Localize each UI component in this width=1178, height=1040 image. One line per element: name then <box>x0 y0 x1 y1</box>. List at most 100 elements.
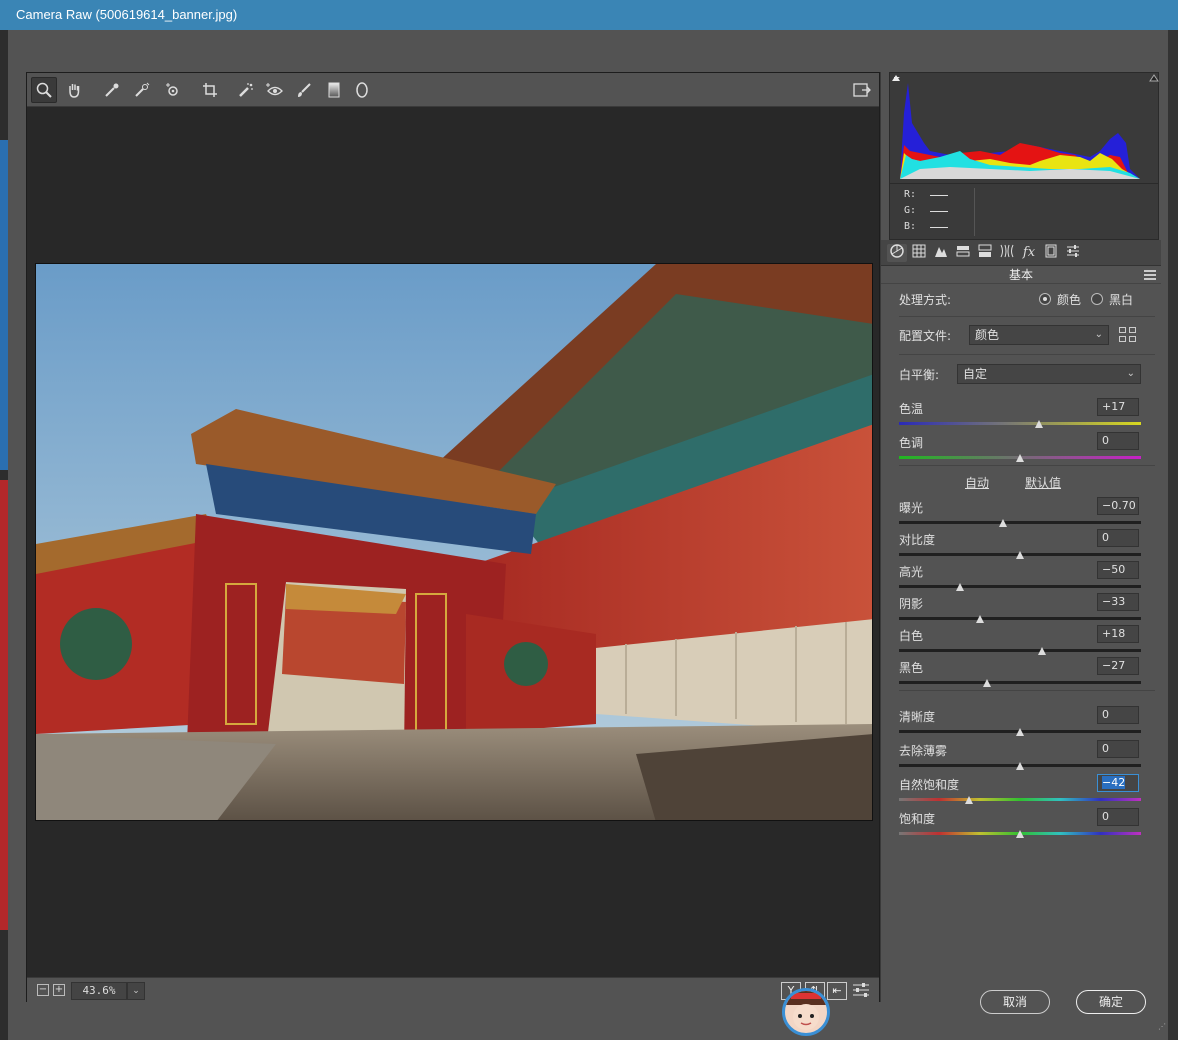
slider-label: 饱和度 <box>899 812 936 826</box>
slider-thumb[interactable] <box>999 519 1008 527</box>
slider-thumb[interactable] <box>976 615 985 623</box>
hand-icon[interactable] <box>61 77 87 103</box>
slider-value: −27 <box>1102 659 1126 672</box>
wb-value: 自定 <box>963 367 988 381</box>
slider-thumb[interactable] <box>1037 647 1046 655</box>
tab-tone-curve-icon[interactable] <box>909 244 929 262</box>
tab-basic-icon[interactable] <box>887 244 907 262</box>
slider-label: 高光 <box>899 565 924 579</box>
radial-filter-icon[interactable] <box>349 77 375 103</box>
color-sampler-icon[interactable] <box>129 77 155 103</box>
g-label: G: <box>904 205 917 216</box>
adjustment-brush-icon[interactable] <box>291 77 317 103</box>
zoom-out-button[interactable]: − <box>37 984 49 996</box>
shadow-clipping-icon <box>892 75 900 81</box>
slider-value-field[interactable]: 0 <box>1097 432 1139 450</box>
red-eye-icon[interactable] <box>261 77 287 103</box>
slider-value: +18 <box>1102 627 1126 640</box>
zoom-in-button[interactable]: + <box>53 984 65 996</box>
slider-track[interactable] <box>899 649 1141 652</box>
slider-thumb[interactable] <box>1035 420 1044 428</box>
slider-label: 去除薄雾 <box>899 744 948 758</box>
slider-value: −0.70 <box>1102 499 1136 512</box>
rgb-readout: R: G: B: <box>889 184 1159 240</box>
slider-label: 曝光 <box>899 501 924 515</box>
profile-browser-icon[interactable] <box>1119 327 1137 343</box>
slider-track[interactable] <box>899 422 1141 425</box>
slider-value-field[interactable]: 0 <box>1097 740 1139 758</box>
white-balance-icon[interactable] <box>99 77 125 103</box>
slider-value: 0 <box>1102 531 1109 544</box>
slider-value-field[interactable]: +17 <box>1097 398 1139 416</box>
slider-value-field[interactable]: 0 <box>1097 529 1139 547</box>
panel-menu-icon[interactable] <box>1144 270 1156 280</box>
default-link[interactable]: 默认值 <box>1025 474 1061 491</box>
slider-thumb[interactable] <box>1016 551 1024 559</box>
slider-thumb[interactable] <box>1016 454 1024 462</box>
adjustment-panel: R: G: B: fx 基本 处理方式: 颜色 黑白 配置文件: 颜色 ⌄ 白平… <box>880 72 1161 1002</box>
slider-thumb[interactable] <box>1016 728 1024 736</box>
tab-lens-corrections-icon[interactable] <box>997 244 1017 262</box>
slider-value: −50 <box>1102 563 1126 576</box>
resize-grip-icon[interactable]: ⋰ <box>1158 1022 1168 1032</box>
slider-value-field[interactable]: −33 <box>1097 593 1139 611</box>
view-settings-icon[interactable] <box>851 982 871 1000</box>
highlight-clipping-icon <box>1149 74 1159 82</box>
slider-track[interactable] <box>899 798 1141 801</box>
wb-select[interactable]: 自定 ⌄ <box>957 364 1141 384</box>
treatment-label: 处理方式: <box>899 293 952 307</box>
slider-value-field[interactable]: 0 <box>1097 808 1139 826</box>
slider-value: 0 <box>1102 742 1109 755</box>
zoom-level[interactable]: 43.6% <box>71 982 127 1000</box>
spot-removal-icon[interactable] <box>233 77 259 103</box>
copy-settings-icon[interactable]: ⇤ <box>827 982 847 1000</box>
targeted-adjustment-icon[interactable] <box>159 77 185 103</box>
slider-thumb[interactable] <box>955 583 964 591</box>
zoom-icon[interactable] <box>31 77 57 103</box>
slider-value-field[interactable]: +18 <box>1097 625 1139 643</box>
slider-thumb[interactable] <box>983 679 992 687</box>
slider-thumb[interactable] <box>1016 762 1024 770</box>
tab-effects-icon[interactable]: fx <box>1019 244 1039 262</box>
chevron-down-icon: ⌄ <box>1126 368 1135 379</box>
fullscreen-icon[interactable] <box>849 77 875 103</box>
slider-track[interactable] <box>899 617 1141 620</box>
tab-detail-icon[interactable] <box>931 244 951 262</box>
slider-value-field[interactable]: 0 <box>1097 706 1139 724</box>
treatment-bw-radio[interactable] <box>1091 293 1103 305</box>
crop-icon[interactable] <box>197 77 223 103</box>
slider-value-field[interactable]: −50 <box>1097 561 1139 579</box>
panel-tabs: fx <box>881 240 1161 266</box>
profile-select[interactable]: 颜色 ⌄ <box>969 325 1109 345</box>
cancel-button[interactable]: 取消 <box>980 990 1050 1014</box>
tool-bar <box>27 73 879 107</box>
slider-value-field[interactable]: −42 <box>1097 774 1139 792</box>
ok-button[interactable]: 确定 <box>1076 990 1146 1014</box>
chevron-down-icon: ⌄ <box>1094 329 1103 340</box>
wb-label: 白平衡: <box>899 368 940 382</box>
zoom-dropdown[interactable]: ⌄ <box>127 982 145 1000</box>
tab-presets-icon[interactable] <box>1063 244 1083 262</box>
r-label: R: <box>904 189 917 200</box>
tab-hsl-icon[interactable] <box>953 244 973 262</box>
slider-track[interactable] <box>899 521 1141 524</box>
tab-split-toning-icon[interactable] <box>975 244 995 262</box>
section-title: 基本 <box>881 266 1161 284</box>
preview-image[interactable] <box>35 263 873 821</box>
slider-value: 0 <box>1102 708 1109 721</box>
treatment-bw-label: 黑白 <box>1109 293 1134 307</box>
slider-thumb[interactable] <box>965 796 974 804</box>
background-app-strip <box>0 30 8 1040</box>
slider-label: 黑色 <box>899 661 924 675</box>
slider-track[interactable] <box>899 681 1141 684</box>
tab-calibration-icon[interactable] <box>1041 244 1061 262</box>
slider-track[interactable] <box>899 585 1141 588</box>
slider-value-field[interactable]: −27 <box>1097 657 1139 675</box>
slider-label: 色温 <box>899 402 924 416</box>
slider-thumb[interactable] <box>1016 830 1024 838</box>
slider-value-field[interactable]: −0.70 <box>1097 497 1139 515</box>
graduated-filter-icon[interactable] <box>321 77 347 103</box>
treatment-color-radio[interactable] <box>1039 293 1051 305</box>
auto-link[interactable]: 自动 <box>965 474 989 491</box>
forbidden-city-photo <box>36 264 872 820</box>
